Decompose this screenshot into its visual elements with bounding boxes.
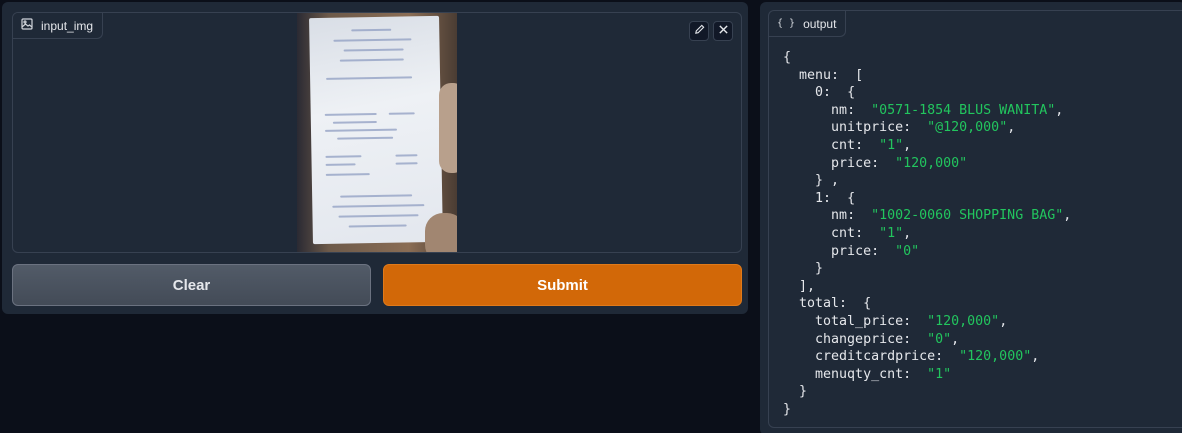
json-line: price: "0": [831, 243, 920, 259]
json-key: menu: [799, 67, 832, 83]
json-key: creditcardprice: [815, 349, 936, 365]
json-string-value: "1": [879, 137, 904, 153]
remove-image-button[interactable]: [713, 21, 733, 41]
json-line: {: [783, 49, 1071, 67]
json-line: creditcardprice: "120,000",: [815, 349, 1040, 365]
json-line: } ,: [783, 172, 1071, 190]
json-punctuation: }: [799, 384, 808, 400]
image-icon: [21, 18, 33, 33]
json-line: total_price: "120,000",: [815, 313, 1008, 329]
json-punctuation: [: [855, 67, 864, 83]
json-string-value: "120,000": [927, 313, 1000, 329]
json-punctuation: } ,: [815, 173, 840, 189]
edit-button[interactable]: [689, 21, 709, 41]
json-string-value: "1002-0060 SHOPPING BAG": [871, 208, 1064, 224]
json-punctuation: }: [783, 401, 792, 417]
receipt-image: [297, 13, 457, 252]
json-key: price: [831, 155, 872, 171]
json-line: ],: [783, 278, 1071, 296]
json-line: changeprice: "0",: [815, 331, 960, 347]
json-line: total: {: [799, 296, 872, 312]
json-key: 0: [815, 85, 824, 101]
json-key: cnt: [831, 137, 856, 153]
json-string-value: "0": [927, 331, 952, 347]
submit-button[interactable]: Submit: [383, 264, 742, 306]
json-punctuation: {: [783, 50, 792, 65]
json-key: price: [831, 243, 872, 259]
json-key: total_price: [815, 313, 904, 329]
output-label-text: output: [803, 16, 837, 31]
output-panel: { } output { menu: [ 0: { nm: "0571-1854…: [760, 2, 1182, 433]
json-line: }: [783, 383, 1071, 401]
json-string-value: "1": [927, 366, 952, 382]
json-key: nm: [831, 102, 848, 118]
json-output-box: { } output { menu: [ 0: { nm: "0571-1854…: [768, 10, 1182, 428]
json-punctuation: }: [815, 261, 824, 277]
json-line: unitprice: "@120,000",: [831, 120, 1016, 136]
json-line: cnt: "1",: [831, 225, 912, 241]
json-line: nm: "0571-1854 BLUS WANITA",: [831, 102, 1064, 118]
json-line: }: [783, 260, 1071, 278]
json-key: changeprice: [815, 331, 904, 347]
json-string-value: "0": [895, 243, 920, 259]
json-punctuation: {: [863, 296, 872, 312]
receipt-paper: [309, 15, 443, 245]
json-line: 1: {: [815, 190, 856, 206]
json-braces-icon: { }: [777, 18, 796, 29]
json-viewer: { menu: [ 0: { nm: "0571-1854 BLUS WANIT…: [783, 49, 1071, 418]
json-key: unitprice: [831, 120, 904, 136]
output-label: { } output: [769, 11, 847, 37]
json-line: menu: [: [799, 67, 864, 83]
thumb: [439, 83, 457, 173]
json-string-value: "1": [879, 225, 904, 241]
clear-button[interactable]: Clear: [12, 264, 371, 306]
json-string-value: "120,000": [959, 349, 1032, 365]
json-key: cnt: [831, 225, 856, 241]
json-key: menuqty_cnt: [815, 366, 904, 382]
json-key: total: [799, 296, 840, 312]
input-panel: input_img Clear Submit: [2, 2, 748, 314]
json-string-value: "120,000": [895, 155, 968, 171]
json-line: 0: {: [815, 85, 856, 101]
json-line: cnt: "1",: [831, 137, 912, 153]
json-line: }: [783, 401, 1071, 419]
json-line: price: "120,000": [831, 155, 968, 171]
json-punctuation: ],: [799, 278, 816, 294]
input-image-label-text: input_img: [41, 18, 94, 33]
image-upload-area[interactable]: input_img: [12, 12, 742, 253]
json-string-value: "@120,000": [927, 120, 1008, 136]
finger: [425, 213, 457, 252]
close-icon: [718, 22, 729, 40]
pencil-icon: [694, 22, 705, 40]
json-key: nm: [831, 208, 848, 224]
json-line: menuqty_cnt: "1": [815, 366, 952, 382]
image-actions: [689, 21, 733, 41]
json-punctuation: {: [847, 190, 856, 206]
json-key: 1: [815, 190, 824, 206]
json-line: nm: "1002-0060 SHOPPING BAG",: [831, 208, 1072, 224]
input-image-label: input_img: [13, 13, 104, 39]
json-punctuation: {: [847, 85, 856, 101]
json-string-value: "0571-1854 BLUS WANITA": [871, 102, 1056, 118]
